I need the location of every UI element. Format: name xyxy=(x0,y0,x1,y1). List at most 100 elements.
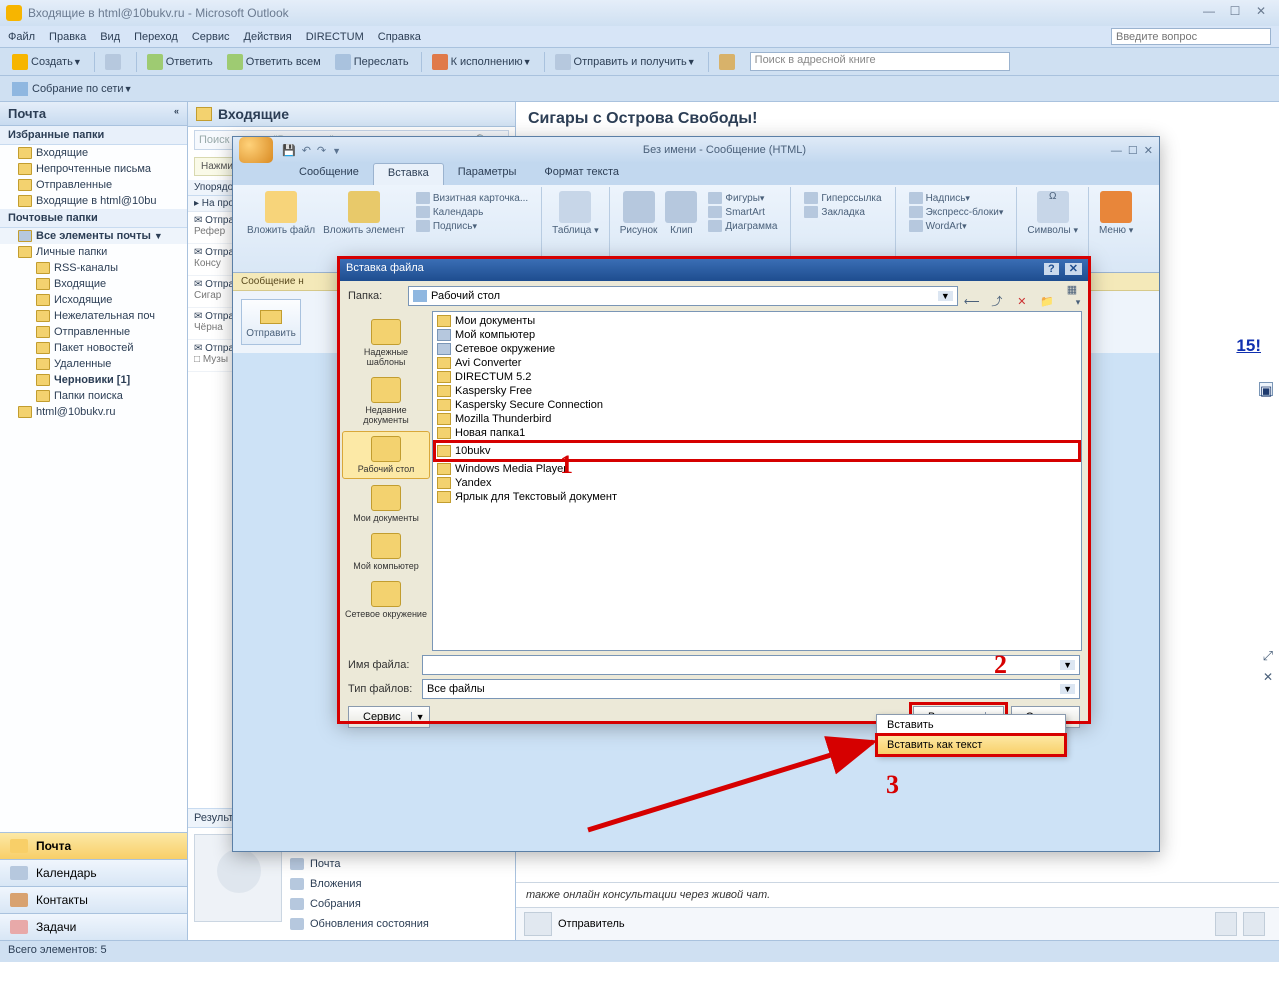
shapes-button[interactable]: Фигуры ▾ xyxy=(705,191,780,205)
filename-input[interactable]: ▼ xyxy=(422,655,1080,675)
address-search-input[interactable]: Поиск в адресной книге xyxy=(750,52,1010,71)
tab-format[interactable]: Формат текста xyxy=(530,163,633,185)
file-list[interactable]: Мои документыМой компьютерСетевое окруже… xyxy=(432,311,1082,651)
contact-row[interactable]: Почта xyxy=(290,854,429,874)
menu-file[interactable]: Файл xyxy=(8,31,35,43)
smartart-button[interactable]: SmartArt xyxy=(705,205,780,219)
file-item[interactable]: DIRECTUM 5.2 xyxy=(435,370,1079,384)
menu-go[interactable]: Переход xyxy=(134,31,178,43)
expand-icon[interactable]: ⤢ xyxy=(1263,648,1273,664)
newfolder-icon[interactable]: 📁 xyxy=(1039,295,1055,308)
reply-button[interactable]: Ответить xyxy=(141,52,219,72)
menu-edit[interactable]: Правка xyxy=(49,31,86,43)
quickparts-button[interactable]: Экспресс-блоки ▾ xyxy=(906,205,1007,219)
service-button[interactable]: Сервис▼ xyxy=(348,706,430,728)
compose-close[interactable]: ✕ xyxy=(1144,145,1153,157)
hyperlink-button[interactable]: Гиперссылка xyxy=(801,191,884,205)
file-item[interactable]: Новая папка1 xyxy=(435,426,1079,440)
file-item[interactable]: Avi Converter xyxy=(435,356,1079,370)
folder-combo[interactable]: Рабочий стол▼ xyxy=(408,286,958,306)
nav-mail-button[interactable]: Почта xyxy=(0,832,187,859)
up-icon[interactable]: ⤴ xyxy=(989,293,1005,309)
back-icon[interactable]: ⟵ xyxy=(964,295,980,308)
tree-folder[interactable]: Отправленные xyxy=(0,324,187,340)
nav-calendar-button[interactable]: Календарь xyxy=(0,859,187,886)
place-item[interactable]: Мои документы xyxy=(342,481,430,527)
fav-folder[interactable]: Непрочтенные письма xyxy=(0,161,187,177)
compose-maximize[interactable]: ☐ xyxy=(1128,145,1138,157)
file-item[interactable]: Yandex xyxy=(435,476,1079,490)
place-item[interactable]: Мой компьютер xyxy=(342,529,430,575)
fav-folder[interactable]: Входящие xyxy=(0,145,187,161)
tree-folder[interactable]: Пакет новостей xyxy=(0,340,187,356)
tree-folder[interactable]: Личные папки xyxy=(0,244,187,260)
file-item[interactable]: 10bukv xyxy=(435,442,1079,460)
menu-view[interactable]: Вид xyxy=(100,31,120,43)
place-item[interactable]: Рабочий стол xyxy=(342,431,430,479)
place-item[interactable]: Сетевое окружение xyxy=(342,577,430,623)
tree-folder[interactable]: html@10bukv.ru xyxy=(0,404,187,420)
file-item[interactable]: Мои документы xyxy=(435,314,1079,328)
fav-folder[interactable]: Входящие в html@10bu xyxy=(0,193,187,209)
redo-icon[interactable]: ↷ xyxy=(317,145,326,157)
file-item[interactable]: Windows Media Player xyxy=(435,462,1079,476)
compose-minimize[interactable]: — xyxy=(1111,145,1122,157)
tree-folder[interactable]: Исходящие xyxy=(0,292,187,308)
tab-insert[interactable]: Вставка xyxy=(373,163,444,185)
online-meeting-button[interactable]: Собрание по сети ▼ xyxy=(6,80,138,98)
attach-file-button[interactable]: Вложить файл xyxy=(243,189,319,238)
menu-insert-as-text[interactable]: Вставить как текст xyxy=(877,735,1065,755)
table-button[interactable]: Таблица ▾ xyxy=(548,189,603,238)
file-item[interactable]: Kaspersky Free xyxy=(435,384,1079,398)
file-item[interactable]: Сетевое окружение xyxy=(435,342,1079,356)
menu-actions[interactable]: Действия xyxy=(244,31,292,43)
followup-button[interactable]: К исполнению ▼ xyxy=(426,52,538,72)
tree-folder[interactable]: Удаленные xyxy=(0,356,187,372)
signature-button[interactable]: Подпись ▾ xyxy=(413,219,531,233)
tree-folder[interactable]: RSS-каналы xyxy=(0,260,187,276)
tree-folder[interactable]: Черновики [1] xyxy=(0,372,187,388)
file-item[interactable]: Мой компьютер xyxy=(435,328,1079,342)
send-button[interactable]: Отправить xyxy=(241,299,301,345)
office-orb-icon[interactable] xyxy=(239,137,273,163)
mail-folders-header[interactable]: Почтовые папки xyxy=(0,209,187,228)
addressbook-icon[interactable] xyxy=(713,52,744,72)
contact-row[interactable]: Обновления состояния xyxy=(290,914,429,934)
wordart-button[interactable]: WordArt ▾ xyxy=(906,219,1007,233)
place-item[interactable]: Надежные шаблоны xyxy=(342,315,430,371)
file-item[interactable]: Mozilla Thunderbird xyxy=(435,412,1079,426)
calendar-button[interactable]: Календарь xyxy=(413,205,531,219)
menu-directum[interactable]: DIRECTUM xyxy=(306,31,364,43)
nav-contacts-button[interactable]: Контакты xyxy=(0,886,187,913)
tab-message[interactable]: Сообщение xyxy=(285,163,373,185)
undo-icon[interactable]: ↶ xyxy=(302,145,311,157)
tree-folder[interactable]: Входящие xyxy=(0,276,187,292)
bookmark-button[interactable]: Закладка xyxy=(801,205,884,219)
views-icon[interactable]: ▦▾ xyxy=(1064,283,1080,308)
save-icon[interactable]: 💾 xyxy=(282,145,296,157)
menu-insert[interactable]: Вставить xyxy=(877,715,1065,735)
delete-icon[interactable]: ✕ xyxy=(1014,295,1030,308)
tab-options[interactable]: Параметры xyxy=(444,163,531,185)
contact-row[interactable]: Вложения xyxy=(290,874,429,894)
clip-button[interactable]: Клип xyxy=(661,189,701,238)
directum-menu-button[interactable]: Меню ▾ xyxy=(1095,189,1137,238)
picture-button[interactable]: Рисунок xyxy=(616,189,662,238)
send-receive-button[interactable]: Отправить и получить ▼ xyxy=(549,52,702,72)
help-question-input[interactable] xyxy=(1111,28,1271,45)
menu-help[interactable]: Справка xyxy=(378,31,421,43)
tree-folder[interactable]: Папки поиска xyxy=(0,388,187,404)
place-item[interactable]: Недавние документы xyxy=(342,373,430,429)
nav-tasks-button[interactable]: Задачи xyxy=(0,913,187,940)
close-pane-icon[interactable]: ✕ xyxy=(1263,670,1273,684)
collapse-icon[interactable]: ▣ xyxy=(1259,382,1273,396)
forward-button[interactable]: Переслать xyxy=(329,52,415,72)
close-button[interactable]: ✕ xyxy=(1249,4,1273,22)
attach-item-button[interactable]: Вложить элемент xyxy=(319,189,409,238)
reply-all-button[interactable]: Ответить всем xyxy=(221,52,327,72)
print-icon[interactable] xyxy=(99,52,130,72)
all-mail-items[interactable]: Все элементы почты ▼ xyxy=(0,228,187,244)
body-date-link[interactable]: 15! xyxy=(1236,336,1261,355)
symbols-button[interactable]: ΩСимволы ▾ xyxy=(1023,189,1082,238)
tree-folder[interactable]: Нежелательная поч xyxy=(0,308,187,324)
